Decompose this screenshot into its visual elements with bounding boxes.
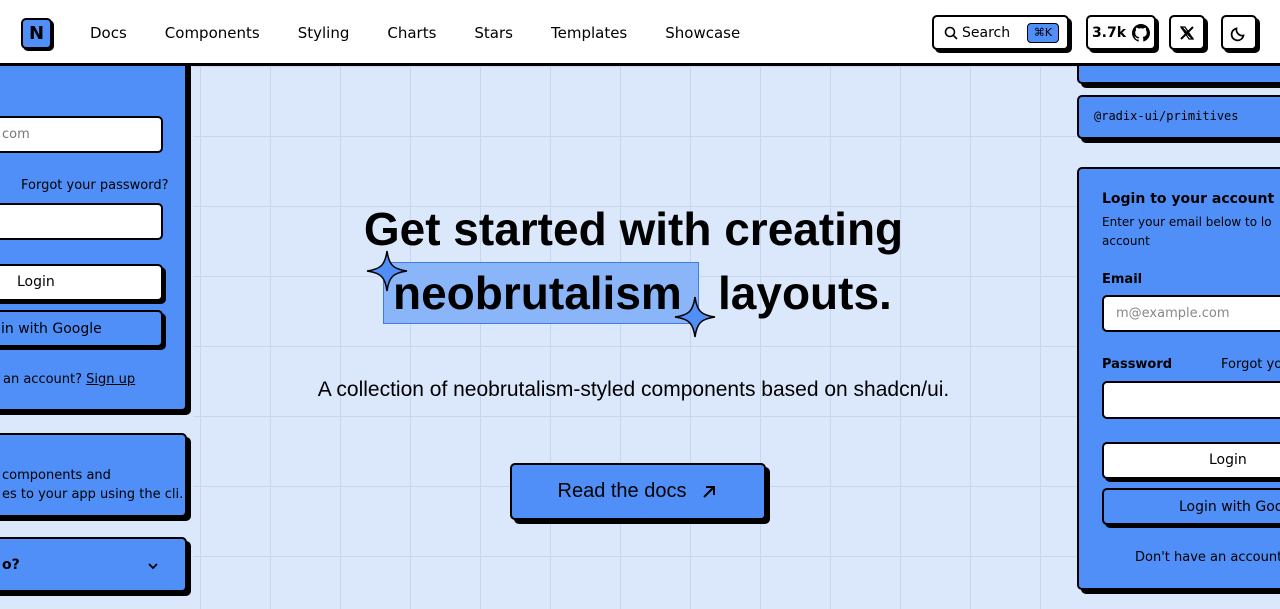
signup-prompt-left: an account? Sign up [3,372,136,387]
top-navbar: N Docs Components Styling Charts Stars T… [0,0,1280,66]
x-button[interactable] [1169,15,1205,50]
forgot-password-link-left[interactable]: Forgot your password? [21,178,169,193]
install-card-left: components and es to your app using the … [0,433,187,517]
install-text-line1: components and [2,468,111,483]
hero-background-grid [190,66,1077,609]
login-card-right: Login to your account Enter your email b… [1077,167,1280,590]
search-label: Search [962,24,1011,41]
read-docs-label: Read the docs [557,480,687,502]
install-text-line2: es to your app using the cli. [2,487,184,502]
signup-link[interactable]: Sign up [86,372,135,387]
moon-icon [1230,26,1245,41]
password-field-left[interactable] [0,203,163,240]
nav-styling[interactable]: Styling [298,24,350,42]
forgot-password-link-right[interactable]: Forgot yo [1221,357,1280,372]
google-login-button-right[interactable]: Login with Goog [1102,488,1280,525]
hero-title-rest: layouts. [718,267,892,319]
github-icon [1132,23,1151,42]
package-card-right: @radix-ui/primitives [1077,95,1280,139]
main-nav: Docs Components Styling Charts Stars Tem… [90,0,778,66]
email-field-left[interactable]: com [0,116,163,153]
password-field-right[interactable] [1102,381,1280,419]
hero-title-highlight: neobrutalism [393,267,682,319]
read-docs-button[interactable]: Read the docs [510,463,766,520]
login-card-desc-1: Enter your email below to lo [1102,215,1272,229]
nav-components[interactable]: Components [165,24,260,42]
password-label-right: Password [1102,357,1173,372]
left-showcase-column: com Forgot your password? Login in with … [0,66,193,609]
nav-showcase[interactable]: Showcase [665,24,740,42]
chevron-down-icon [148,563,158,570]
github-button[interactable]: 3.7k [1086,15,1156,50]
search-shortcut: ⌘K [1027,23,1059,43]
google-login-button-left[interactable]: in with Google [0,310,163,347]
theme-toggle-button[interactable] [1221,15,1257,50]
signup-prompt-right: Don't have an account? [1135,550,1280,565]
login-card-desc-2: account [1102,234,1150,248]
github-stars: 3.7k [1091,24,1127,41]
top-card-right [1077,66,1280,84]
email-label-right: Email [1102,272,1143,287]
hero-subtitle: A collection of neobrutalism-styled comp… [317,378,950,401]
login-card-title: Login to your account [1102,191,1275,207]
hero-title-line1: Get started with creating [363,203,904,255]
nav-docs[interactable]: Docs [90,24,127,42]
login-button-right[interactable]: Login [1102,442,1280,479]
accordion-label: o? [2,557,20,573]
email-field-right[interactable]: m@example.com [1102,295,1280,332]
package-name: @radix-ui/primitives [1094,109,1239,123]
search-icon [944,26,958,40]
x-icon [1179,25,1195,40]
sparkle-icon [366,250,408,292]
sparkle-icon [674,296,716,338]
nav-templates[interactable]: Templates [551,24,627,42]
arrow-up-right-icon [703,485,716,498]
right-showcase-column: @radix-ui/primitives Login to your accou… [1077,66,1280,609]
accordion-item-left[interactable]: o? [0,537,187,592]
login-button-left[interactable]: Login [0,264,163,301]
search-button[interactable]: Search ⌘K [932,15,1069,50]
logo[interactable]: N [21,18,52,49]
nav-charts[interactable]: Charts [387,24,436,42]
nav-stars[interactable]: Stars [474,24,513,42]
